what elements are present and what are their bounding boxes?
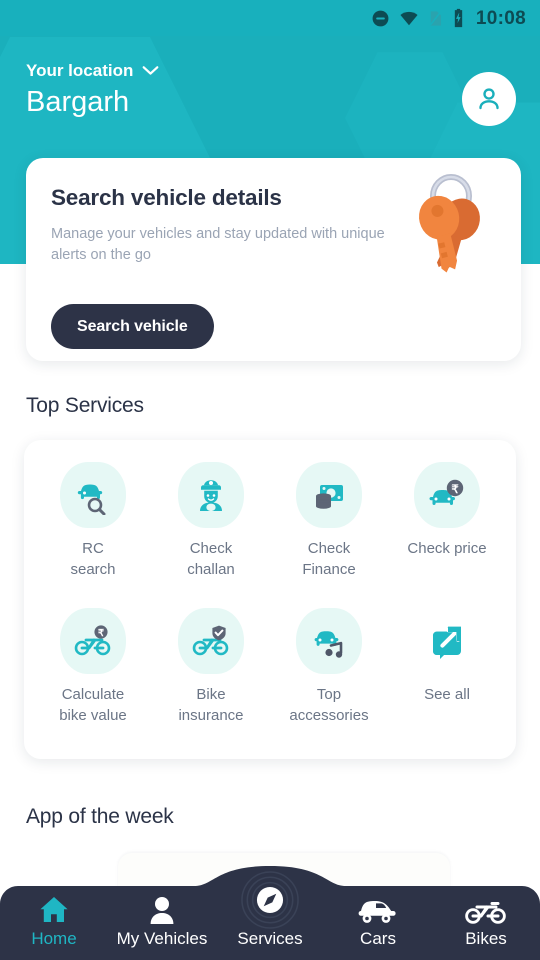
status-bar: 10:08 [0,0,540,36]
services-fab[interactable] [241,871,299,929]
service-label: Top accessories [289,686,369,725]
search-vehicle-card: Search vehicle details Manage your vehic… [26,158,521,361]
sim-card-off-icon [429,8,443,26]
car-search-icon [77,484,106,515]
money-coins-icon [316,485,343,509]
service-tile [178,608,244,675]
nav-label: Cars [360,929,396,948]
do-not-disturb-icon [372,10,389,26]
avatar[interactable] [462,72,516,126]
service-label: Calculate bike value [59,686,127,725]
service-item-check-finance[interactable]: Check Finance [270,462,388,586]
service-item-bike-insurance[interactable]: Bike insurance [152,608,270,732]
nav-item-services[interactable]: Services [216,871,324,960]
location-city: Bargarh [26,86,130,118]
service-item-calculate-bike-value[interactable]: ₹ Calculate bike value [34,608,152,732]
bike-shield-icon [192,625,229,656]
service-tile: ₹ [414,462,480,528]
person-icon [479,88,499,110]
nav-label: Services [237,929,303,948]
service-label: Bike insurance [178,686,244,725]
car-music-icon [314,631,343,659]
battery-charging-icon [454,8,463,28]
section-title-app-of-week: App of the week [26,804,174,828]
car-keys-icon [419,174,480,273]
service-tile [60,462,126,528]
svg-text:₹: ₹ [98,628,105,639]
search-card-title: Search vehicle details [51,185,282,210]
service-label: RC search [70,540,116,578]
service-tile [296,462,362,528]
home-icon [40,897,68,922]
external-link-icon [433,626,461,660]
service-tile [178,462,244,528]
service-tile: ₹ [60,608,126,675]
location-selector[interactable]: Your location Bargarh [26,62,159,120]
bike-rupee-icon: ₹ [74,625,111,656]
wifi-icon [400,11,418,25]
nav-label: Bikes [465,929,507,948]
nav-item-home[interactable]: Home [0,891,108,960]
top-services-card: RC search Check challan Check Finance ₹ … [24,440,516,759]
nav-item-cars[interactable]: Cars [324,891,432,960]
motorbike-icon [465,902,506,924]
service-item-check-challan[interactable]: Check challan [152,462,270,586]
chevron-down-icon[interactable] [142,65,159,76]
compass-icon [241,871,299,929]
status-bar-time: 10:08 [475,7,526,29]
service-tile [296,608,362,675]
service-label: Check Finance [302,540,356,578]
services-grid-row-1: RC search Check challan Check Finance ₹ … [34,462,506,586]
svg-text:₹: ₹ [451,484,459,496]
search-card-subtitle: Manage your vehicles and stay updated wi… [51,226,385,264]
nav-label: My Vehicles [116,929,208,948]
services-grid-row-2: ₹ Calculate bike value Bike insurance To… [34,608,506,732]
service-item-see-all[interactable]: See all [388,608,506,732]
nav-item-my-vehicles[interactable]: My Vehicles [108,891,216,960]
service-label: Check price [407,540,487,557]
car-rupee-icon: ₹ [429,479,464,505]
person-icon [150,897,174,924]
nav-label: Home [31,929,77,948]
service-item-check-price[interactable]: ₹ Check price [388,462,506,586]
nav-item-bikes[interactable]: Bikes [432,891,540,960]
service-item-rc-search[interactable]: RC search [34,462,152,586]
section-title-top-services: Top Services [26,394,144,417]
service-item-top-accessories[interactable]: Top accessories [270,608,388,732]
police-officer-icon [200,480,222,511]
service-label: Check challan [187,540,235,578]
service-label: See all [424,686,470,704]
search-vehicle-button[interactable]: Search vehicle [51,304,214,349]
bottom-navigation: Home My Vehicles Services Cars Bikes [0,866,540,960]
service-tile [414,608,480,674]
car-icon [358,901,396,923]
location-label: Your location [26,61,134,80]
